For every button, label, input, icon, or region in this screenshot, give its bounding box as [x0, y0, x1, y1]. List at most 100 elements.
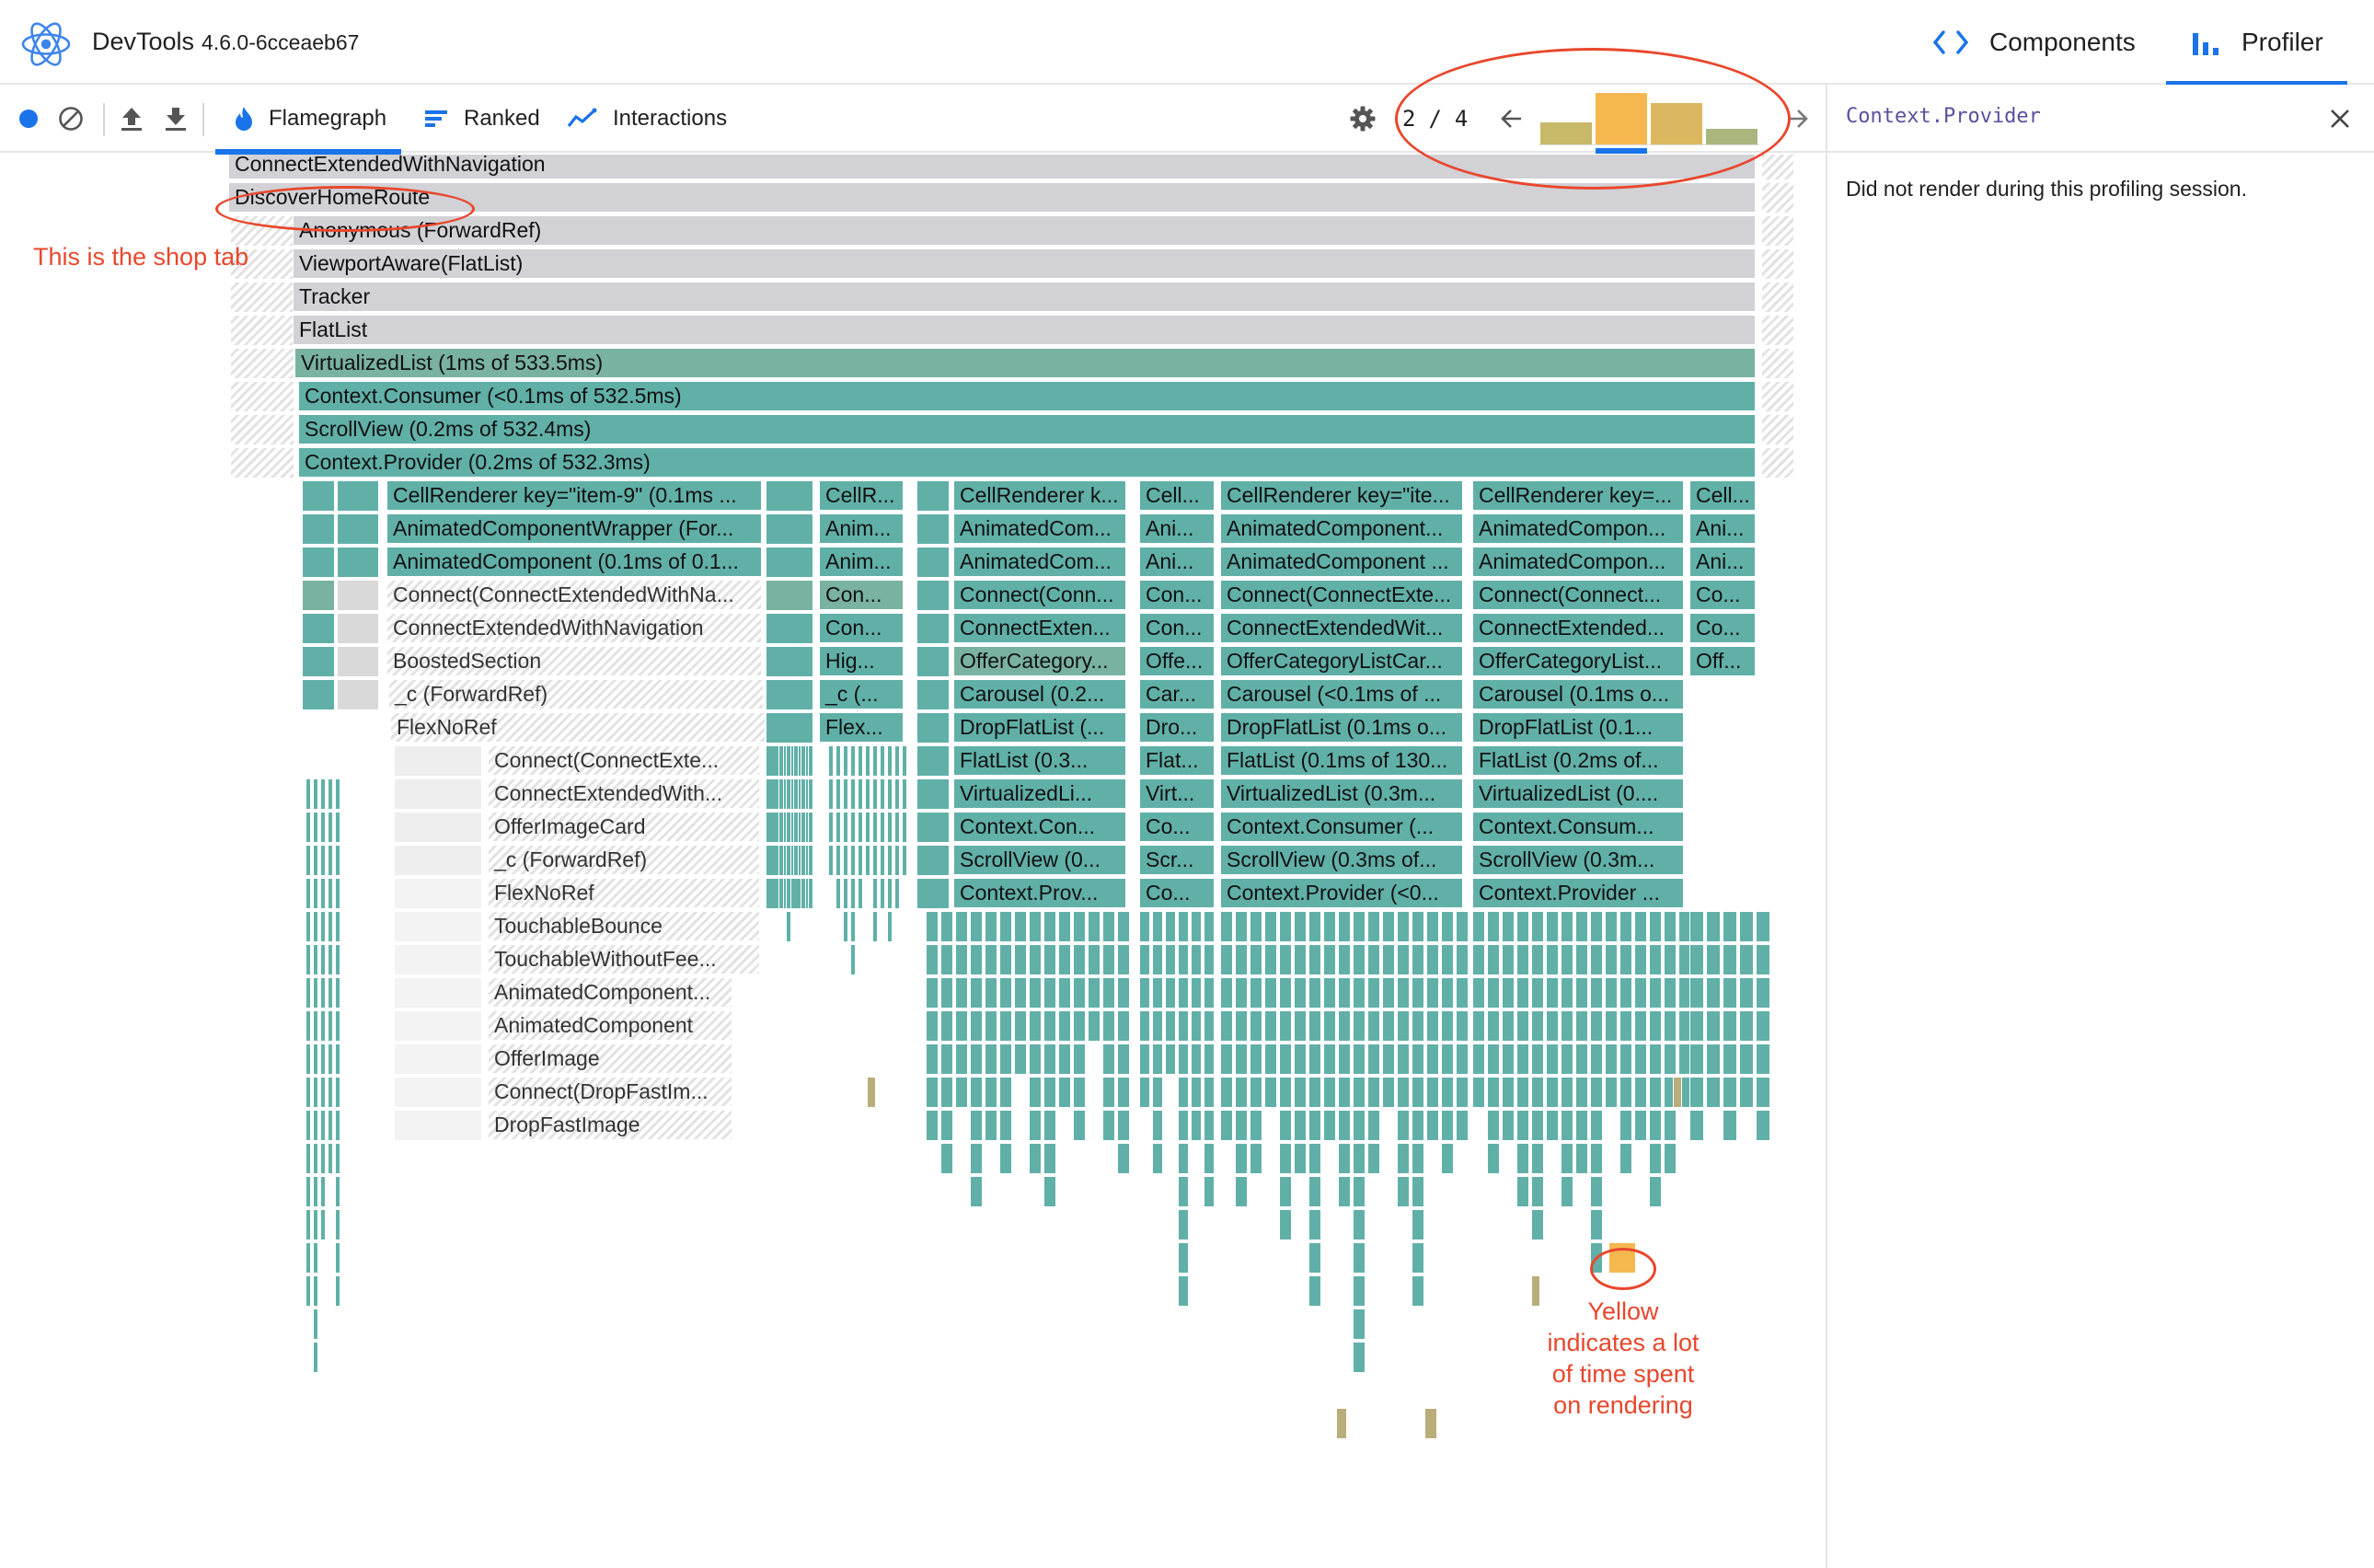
flamegraph-node[interactable]	[302, 679, 335, 710]
flamegraph-node[interactable]	[1664, 944, 1677, 975]
flamegraph-node[interactable]	[1204, 911, 1215, 942]
flamegraph-node[interactable]	[1178, 1242, 1189, 1274]
flamegraph-node[interactable]	[1441, 977, 1454, 1009]
flamegraph-node[interactable]	[1502, 977, 1515, 1009]
flamegraph-node[interactable]	[1761, 315, 1794, 346]
flamegraph-node[interactable]	[335, 812, 340, 843]
flamegraph-node[interactable]	[1191, 944, 1202, 975]
flamegraph-node[interactable]	[335, 1043, 340, 1075]
flamegraph-node[interactable]	[1117, 911, 1130, 942]
flamegraph-node[interactable]: Co...	[1689, 580, 1756, 610]
flamegraph-node[interactable]	[999, 977, 1012, 1009]
flamegraph-node[interactable]	[1279, 1010, 1292, 1042]
flamegraph-node[interactable]	[1531, 944, 1544, 975]
flamegraph-node[interactable]	[916, 745, 950, 777]
flamegraph-node[interactable]	[1250, 1143, 1262, 1174]
flamegraph-node[interactable]	[1739, 944, 1754, 975]
flamegraph-node[interactable]	[1308, 977, 1321, 1009]
flamegraph-node[interactable]: AnimatedComponent ...	[1220, 547, 1463, 577]
flamegraph-node[interactable]	[1516, 911, 1529, 942]
flamegraph-node[interactable]	[1561, 1176, 1573, 1207]
flamegraph-node[interactable]	[302, 613, 335, 644]
flamegraph-node[interactable]	[1441, 1010, 1454, 1042]
flamegraph-node[interactable]	[1761, 248, 1794, 280]
flamegraph-node[interactable]	[1088, 1010, 1101, 1042]
flamegraph-node[interactable]: Hig...	[819, 646, 904, 676]
flamegraph-node[interactable]: TouchableWithoutFee...	[488, 944, 760, 974]
flamegraph-node[interactable]: CellR...	[819, 480, 904, 511]
flamegraph-node[interactable]	[337, 679, 379, 710]
flamegraph-node[interactable]	[1756, 944, 1770, 975]
flamegraph-node[interactable]	[985, 977, 997, 1009]
flamegraph-node[interactable]	[1706, 911, 1721, 942]
flamegraph-node[interactable]	[1308, 1275, 1321, 1307]
flamegraph-node[interactable]	[1412, 1209, 1424, 1240]
flamegraph-node[interactable]	[1250, 1110, 1262, 1141]
flamegraph-node[interactable]	[1590, 1010, 1603, 1042]
flamegraph-node[interactable]	[872, 812, 878, 843]
flamegraph-node[interactable]	[335, 977, 340, 1009]
flamegraph-node[interactable]	[394, 1010, 482, 1042]
flamegraph-node[interactable]	[1367, 944, 1380, 975]
flamegraph-node[interactable]	[1739, 1077, 1754, 1108]
flamegraph-node[interactable]	[1516, 1110, 1529, 1141]
flamegraph-node[interactable]	[1279, 1143, 1292, 1174]
flamegraph-node[interactable]	[230, 315, 294, 346]
flamegraph-node[interactable]	[1294, 944, 1307, 975]
flamegraph-node[interactable]	[1029, 944, 1042, 975]
flamegraph-node[interactable]	[1323, 911, 1336, 942]
flamegraph-node[interactable]	[1426, 977, 1439, 1009]
flamegraph-node[interactable]: VirtualizedList (1ms of 533.5ms)	[294, 348, 1756, 378]
flamegraph-node[interactable]: ConnectExtendedWith...	[488, 778, 760, 809]
flamegraph-node[interactable]: Ani...	[1139, 513, 1215, 544]
flamegraph-node[interactable]	[1264, 977, 1277, 1009]
flamegraph-node[interactable]	[328, 1010, 333, 1042]
flamegraph-node[interactable]	[1323, 1010, 1336, 1042]
flamegraph-node[interactable]	[1739, 977, 1754, 1009]
flamegraph-node[interactable]	[335, 845, 340, 876]
flamegraph-node[interactable]	[865, 845, 870, 876]
flamegraph-node[interactable]	[1043, 1010, 1056, 1042]
flamegraph-node[interactable]	[1649, 977, 1662, 1009]
flamegraph-node[interactable]	[1367, 1143, 1380, 1174]
flamegraph-node[interactable]	[850, 944, 856, 975]
flamegraph-node[interactable]	[1487, 1143, 1500, 1174]
flamegraph-node[interactable]	[394, 911, 482, 942]
flamegraph-node[interactable]	[880, 845, 885, 876]
flamegraph-node[interactable]	[1456, 1077, 1469, 1108]
flamegraph-node[interactable]	[1761, 381, 1794, 412]
flamegraph-node[interactable]	[1308, 1043, 1321, 1075]
flamegraph-node[interactable]	[1546, 944, 1559, 975]
flamegraph-node[interactable]	[850, 878, 856, 909]
flamegraph-node[interactable]	[1619, 977, 1632, 1009]
flamegraph-node[interactable]	[328, 1143, 333, 1174]
flamegraph-node[interactable]: Context.Provider ...	[1472, 878, 1684, 908]
flamegraph-node[interactable]	[1516, 977, 1529, 1009]
flamegraph-node[interactable]	[1619, 1143, 1632, 1174]
flamegraph-node[interactable]	[999, 1010, 1012, 1042]
flamegraph-node[interactable]	[985, 1043, 997, 1075]
flamegraph-node[interactable]	[916, 480, 950, 512]
flamegraph-node[interactable]	[1367, 977, 1380, 1009]
flamegraph-node[interactable]	[1220, 1043, 1233, 1075]
flamegraph-node[interactable]	[940, 1077, 953, 1108]
flamegraph-node[interactable]	[999, 1143, 1012, 1174]
flamegraph-node[interactable]	[313, 1275, 318, 1307]
flamegraph-node[interactable]	[305, 878, 311, 909]
flamegraph-node[interactable]	[786, 745, 791, 777]
flamegraph-node[interactable]	[1353, 1143, 1366, 1174]
flamegraph-node[interactable]: ConnectExtendedWithNavigation	[386, 613, 762, 643]
load-profile-button[interactable]	[114, 101, 149, 136]
flamegraph-node[interactable]	[1382, 1077, 1395, 1108]
flamegraph-node[interactable]	[766, 646, 813, 677]
flamegraph-node[interactable]: Context.Consumer (<0.1ms of 532.5ms)	[298, 381, 1756, 411]
flamegraph-node[interactable]	[1487, 1110, 1500, 1141]
flamegraph-node[interactable]	[1323, 1110, 1336, 1141]
flamegraph-node[interactable]	[1353, 1077, 1366, 1108]
flamegraph-node[interactable]	[1165, 1043, 1176, 1075]
flamegraph-node[interactable]	[335, 911, 340, 942]
flamegraph-node[interactable]	[305, 977, 311, 1009]
flamegraph-node[interactable]	[955, 977, 968, 1009]
flamegraph-node[interactable]	[778, 812, 784, 843]
flamegraph-node[interactable]: Connect(ConnectExte...	[488, 745, 760, 776]
